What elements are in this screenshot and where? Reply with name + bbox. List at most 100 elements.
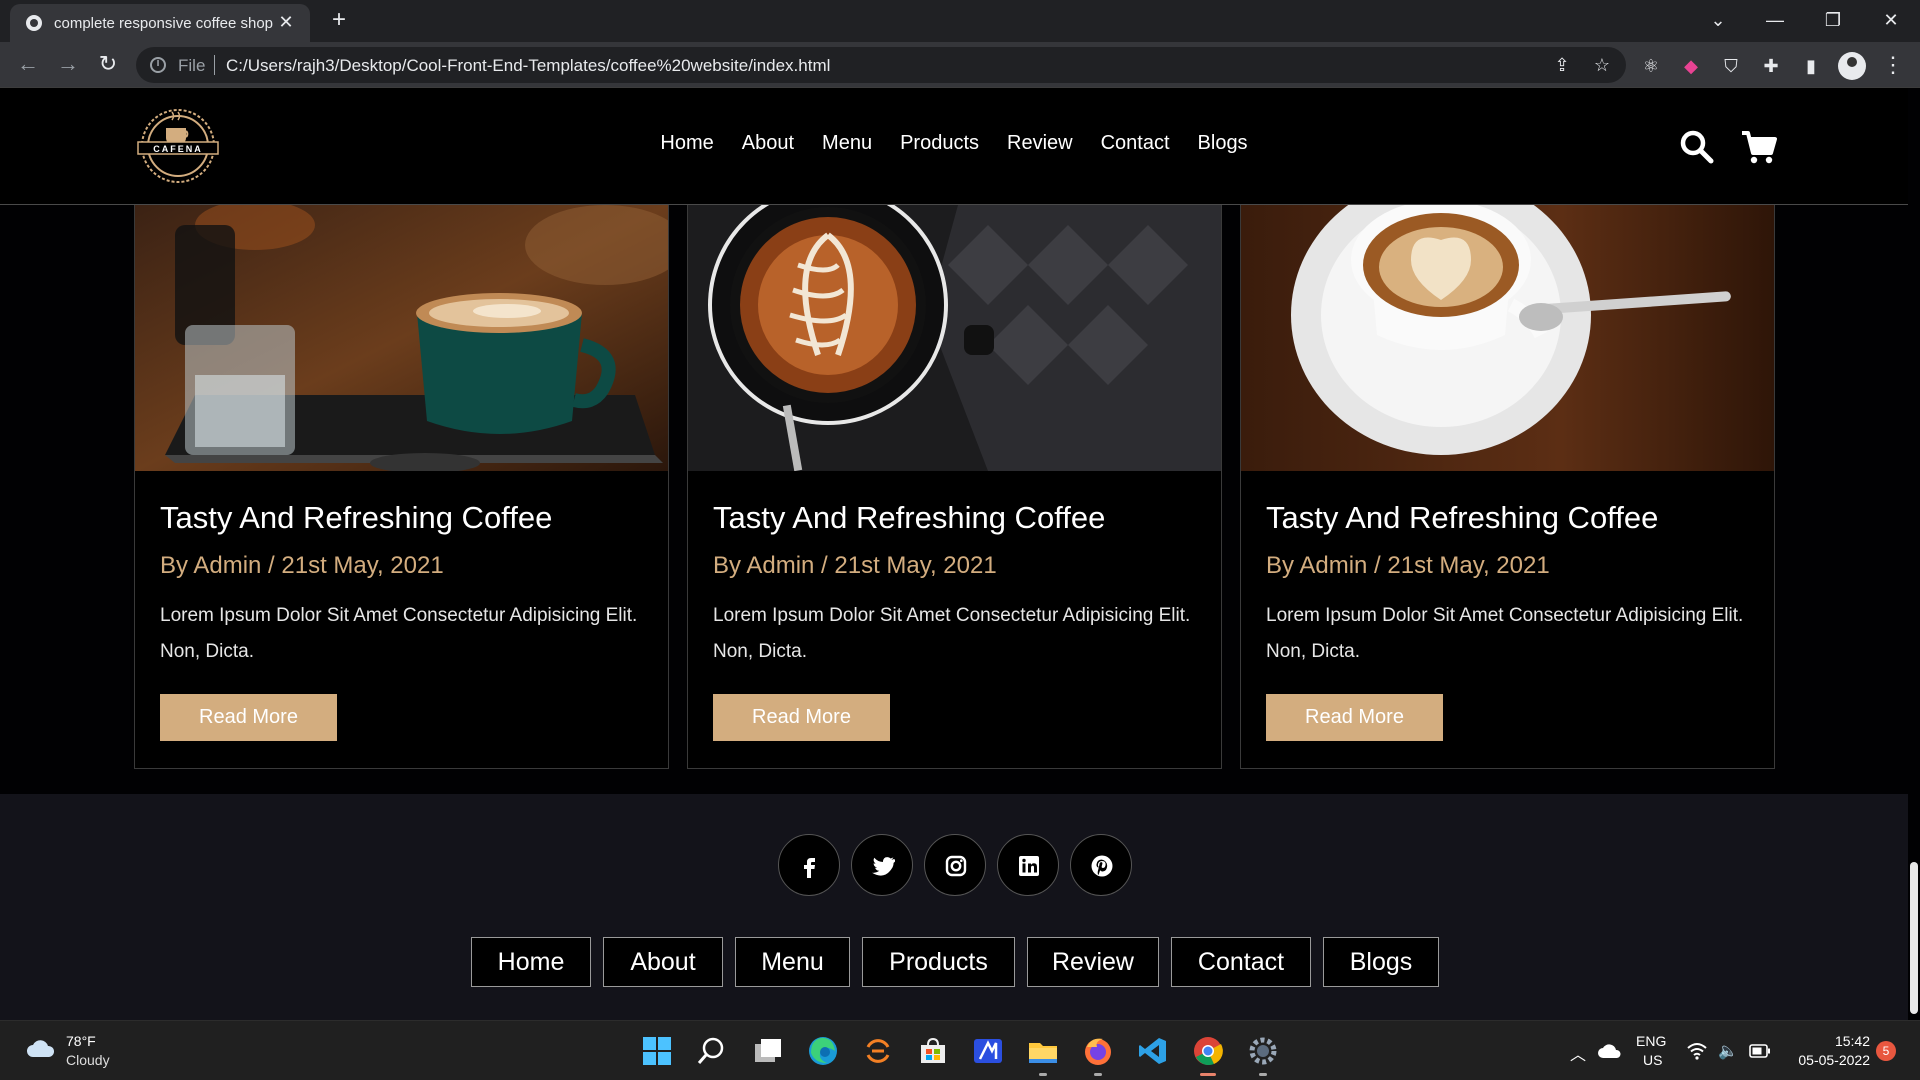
blog-image-latte-teal-cup — [135, 205, 668, 471]
chrome-active-indicator — [1200, 1073, 1216, 1076]
restore-window-icon[interactable]: ❐ — [1810, 6, 1856, 34]
blog-title: Tasty And Refreshing Coffee — [713, 500, 1106, 535]
blog-title: Tasty And Refreshing Coffee — [1266, 500, 1659, 535]
footer-link-about[interactable]: About — [603, 937, 723, 987]
read-more-button[interactable]: Read More — [160, 694, 337, 741]
share-icon[interactable]: ⇪ — [1550, 53, 1574, 77]
footer-link-menu[interactable]: Menu — [735, 937, 850, 987]
twitter-icon[interactable] — [851, 834, 913, 896]
close-window-icon[interactable]: ✕ — [1868, 6, 1914, 34]
blog-card: Tasty And Refreshing Coffee By Admin / 2… — [687, 205, 1222, 769]
footer-links: Home About Menu Products Review Contact … — [0, 937, 1908, 987]
bookmark-star-icon[interactable]: ☆ — [1590, 53, 1614, 77]
main-nav: Home About Menu Products Review Contact … — [0, 132, 1908, 155]
nav-about[interactable]: About — [742, 132, 794, 155]
footer-link-blogs[interactable]: Blogs — [1323, 937, 1439, 987]
search-taskbar-icon[interactable] — [696, 1035, 728, 1067]
settings-running-indicator — [1259, 1073, 1267, 1076]
chrome-icon[interactable] — [1192, 1035, 1224, 1067]
tab-title: complete responsive coffee shop — [54, 15, 274, 32]
blog-cards: Tasty And Refreshing Coffee By Admin / 2… — [134, 205, 1777, 770]
reload-icon[interactable]: ↻ — [94, 50, 122, 78]
blog-excerpt: Lorem Ipsum Dolor Sit Amet Consectetur A… — [160, 605, 638, 662]
browser-menu-icon[interactable]: ⋮ — [1882, 52, 1904, 78]
url-text[interactable]: C:/Users/rajh3/Desktop/Cool-Front-End-Te… — [226, 56, 830, 76]
profile-avatar[interactable] — [1838, 52, 1866, 80]
forward-arrow-icon[interactable]: → — [54, 50, 82, 78]
nav-contact[interactable]: Contact — [1101, 132, 1170, 155]
side-panel-icon[interactable]: ▮ — [1800, 55, 1822, 77]
site-info-icon[interactable] — [150, 57, 166, 73]
show-hidden-icons-chevron-icon[interactable]: ︿ — [1570, 1041, 1586, 1065]
blog-card: Tasty And Refreshing Coffee By Admin / 2… — [134, 205, 669, 769]
browser-tab[interactable]: complete responsive coffee shop ✕ — [10, 4, 310, 42]
notification-badge[interactable]: 5 — [1876, 1041, 1896, 1061]
tab-search-chevron-icon[interactable]: ⌄ — [1695, 6, 1741, 34]
settings-gear-icon[interactable] — [1247, 1035, 1279, 1067]
wifi-icon[interactable] — [1686, 1041, 1708, 1061]
linkedin-icon[interactable] — [997, 834, 1059, 896]
vscode-icon[interactable] — [1137, 1035, 1169, 1067]
nav-products[interactable]: Products — [900, 132, 979, 155]
react-devtools-extension-icon[interactable]: ⚛ — [1640, 55, 1662, 77]
color-picker-extension-icon[interactable]: ◆ — [1680, 55, 1702, 77]
blog-meta: By Admin / 21st May, 2021 — [160, 552, 444, 579]
edge-browser-icon[interactable] — [807, 1035, 839, 1067]
extensions-puzzle-icon[interactable]: ✚ — [1760, 55, 1782, 77]
file-explorer-icon[interactable] — [1027, 1035, 1059, 1067]
firefox-running-indicator — [1094, 1073, 1102, 1076]
clock-date[interactable]: 05-05-2022 — [1788, 1052, 1870, 1068]
read-more-button[interactable]: Read More — [1266, 694, 1443, 741]
cart-icon[interactable] — [1740, 128, 1778, 166]
address-bar[interactable]: File C:/Users/rajh3/Desktop/Cool-Front-E… — [136, 47, 1626, 83]
blog-card: Tasty And Refreshing Coffee By Admin / 2… — [1240, 205, 1775, 769]
input-region[interactable]: US — [1643, 1052, 1662, 1068]
blog-title: Tasty And Refreshing Coffee — [160, 500, 553, 535]
browser-tab-strip: complete responsive coffee shop ✕ + ⌄ — … — [0, 0, 1920, 42]
footer-link-home[interactable]: Home — [471, 937, 591, 987]
blog-excerpt: Lorem Ipsum Dolor Sit Amet Consectetur A… — [1266, 605, 1744, 662]
nav-review[interactable]: Review — [1007, 132, 1073, 155]
nav-home[interactable]: Home — [660, 132, 713, 155]
windows-start-icon[interactable] — [641, 1035, 673, 1067]
instagram-icon[interactable] — [924, 834, 986, 896]
read-more-button[interactable]: Read More — [713, 694, 890, 741]
onedrive-cloud-icon[interactable] — [1598, 1043, 1622, 1059]
clock-time[interactable]: 15:42 — [1830, 1033, 1870, 1049]
battery-icon[interactable] — [1749, 1044, 1771, 1058]
nav-blogs[interactable]: Blogs — [1198, 132, 1248, 155]
blog-image-latte-art-black-cup — [688, 205, 1221, 471]
editor-app-icon[interactable] — [972, 1035, 1004, 1067]
microsoft-store-icon[interactable] — [917, 1035, 949, 1067]
blog-meta: By Admin / 21st May, 2021 — [1266, 552, 1550, 579]
blog-excerpt: Lorem Ipsum Dolor Sit Amet Consectetur A… — [713, 605, 1191, 662]
footer-link-contact[interactable]: Contact — [1171, 937, 1311, 987]
facebook-icon[interactable] — [778, 834, 840, 896]
firefox-icon[interactable] — [1082, 1035, 1114, 1067]
scrollbar-thumb[interactable] — [1910, 862, 1918, 1014]
pinterest-icon[interactable] — [1070, 834, 1132, 896]
minimize-window-icon[interactable]: — — [1752, 6, 1798, 34]
site-footer: Home About Menu Products Review Contact … — [0, 794, 1908, 1020]
new-tab-button[interactable]: + — [326, 8, 352, 32]
cloud-icon[interactable] — [26, 1039, 56, 1059]
task-view-icon[interactable] — [752, 1035, 784, 1067]
volume-muted-icon[interactable]: 🔈 — [1718, 1041, 1738, 1061]
footer-link-products[interactable]: Products — [862, 937, 1015, 987]
tab-favicon-icon — [26, 15, 42, 31]
windows-taskbar: 78°F Cloudy ︿ ENG US 🔈 15:42 05-05-2022 … — [0, 1020, 1920, 1080]
tab-close-icon[interactable]: ✕ — [276, 12, 296, 32]
input-language[interactable]: ENG — [1636, 1033, 1666, 1049]
search-icon[interactable] — [1678, 128, 1716, 166]
file-explorer-running-indicator — [1039, 1073, 1047, 1076]
shield-extension-icon[interactable]: ⛉ — [1720, 55, 1742, 77]
back-arrow-icon[interactable]: ← — [14, 50, 42, 78]
site-header: CAFENA Home About Menu Products Review C… — [0, 88, 1908, 205]
blog-meta: By Admin / 21st May, 2021 — [713, 552, 997, 579]
weather-temperature[interactable]: 78°F — [66, 1033, 96, 1049]
protocol-label: File — [178, 56, 206, 75]
nav-menu[interactable]: Menu — [822, 132, 872, 155]
footer-link-review[interactable]: Review — [1027, 937, 1159, 987]
weather-condition[interactable]: Cloudy — [66, 1052, 110, 1068]
sync-app-icon[interactable] — [862, 1035, 894, 1067]
